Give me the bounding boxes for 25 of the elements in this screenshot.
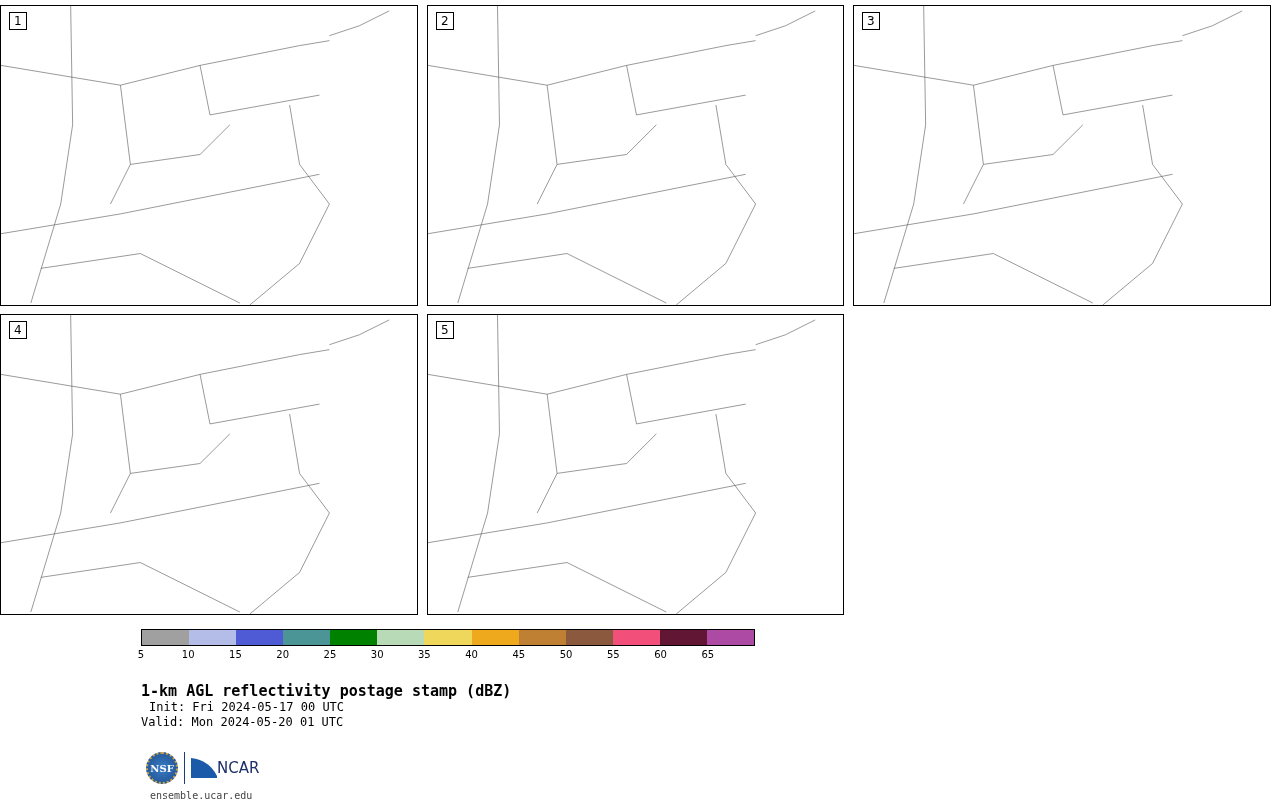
- tick-label: 25: [323, 649, 337, 660]
- init-time: Init: Fri 2024-05-17 00 UTC: [148, 700, 346, 715]
- tick-label: 20: [276, 649, 290, 660]
- tick-label: 10: [181, 649, 195, 660]
- tick-label: 5: [137, 649, 145, 660]
- panel-number: 5: [436, 321, 454, 339]
- tick-label: 60: [654, 649, 667, 660]
- site-url: ensemble.ucar.edu: [150, 790, 254, 801]
- tick-label: 45: [512, 649, 526, 660]
- panel-number: 4: [9, 321, 27, 339]
- panel-number: 2: [436, 12, 454, 30]
- swoosh-icon: [191, 758, 217, 778]
- tick-label: 55: [606, 649, 620, 660]
- logo-text: NCAR: [217, 759, 260, 777]
- panel-number: 1: [9, 12, 27, 30]
- tick-label: 40: [465, 649, 478, 660]
- tick-label: 35: [418, 649, 431, 660]
- plot-title: 1-km AGL reflectivity postage stamp (dBZ): [141, 682, 513, 700]
- globe-logo: NSF: [146, 752, 178, 784]
- valid-time: Valid: Mon 2024-05-20 01 UTC: [141, 715, 345, 730]
- panel-number: 3: [862, 12, 880, 30]
- tick-label: 65: [701, 649, 715, 660]
- tick-label: 50: [559, 649, 573, 660]
- tick-label: 15: [229, 649, 242, 660]
- tick-label: 30: [370, 649, 384, 660]
